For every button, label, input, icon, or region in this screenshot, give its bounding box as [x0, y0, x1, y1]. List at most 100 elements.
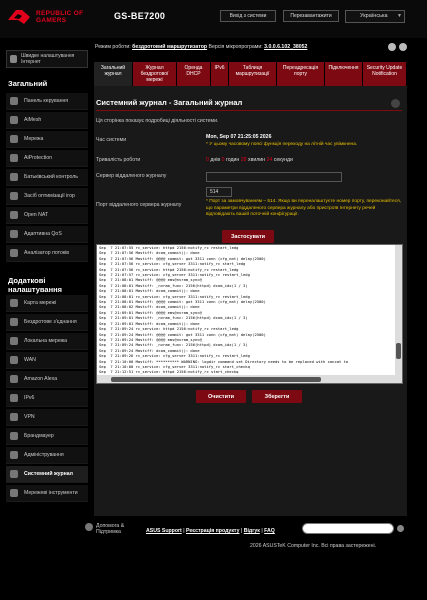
sidebar-item-label: AiMesh — [24, 117, 42, 123]
sidebar-item-label: Мережеві інструменти — [24, 490, 78, 496]
tab[interactable]: IPv6 — [211, 62, 229, 86]
product-registration-link[interactable]: Реєстрація продукту — [186, 528, 239, 534]
tab[interactable]: Підключення — [325, 62, 363, 86]
mode-line: Режим роботи: бездротовий маршрутизатор … — [95, 44, 308, 50]
sidebar-item-label: Amazon Alexa — [24, 376, 58, 382]
sidebar-item-label: Адаптивна QoS — [24, 231, 62, 237]
sidebar-item[interactable]: Батьківський контроль — [6, 169, 88, 186]
logout-button[interactable]: Вихід з системи — [220, 10, 276, 22]
menu-item-icon — [10, 230, 18, 238]
sidebar-item[interactable]: Мережеві інструменти — [6, 485, 88, 502]
sidebar-item[interactable]: IPv6 — [6, 390, 88, 407]
quick-setup-button[interactable]: Швидке налаштування Інтернет — [6, 50, 88, 68]
firmware-version-link[interactable]: 3.0.0.6.102_38052 — [264, 44, 307, 50]
sidebar-item[interactable]: Amazon Alexa — [6, 371, 88, 388]
help-icon[interactable] — [391, 99, 400, 108]
footer-search-input[interactable] — [302, 523, 394, 534]
system-time-value: Mon, Sep 07 21:25:05 2026 — [206, 134, 272, 140]
menu-item-icon — [10, 470, 18, 478]
menu-item-icon — [10, 318, 18, 326]
menu-item-icon — [10, 432, 18, 440]
menu-item-icon — [10, 116, 18, 124]
tab[interactable]: Security Update Notification — [363, 62, 407, 86]
support-icon — [85, 523, 93, 531]
system-time-label: Час системи — [96, 137, 127, 143]
remote-server-input[interactable] — [206, 172, 342, 182]
gear-icon[interactable] — [399, 43, 407, 51]
sidebar-item[interactable]: Системний журнал — [6, 466, 88, 483]
sidebar-item-label: WAN — [24, 357, 36, 363]
sidebar-item-label: Панель керування — [24, 98, 69, 104]
uptime-value: 0 днів 0 годин 28 хвилин 24 секунди — [206, 157, 293, 163]
usb-icon[interactable] — [388, 43, 396, 51]
remote-server-label: Сервер віддаленого журналу — [96, 173, 167, 179]
sidebar-item[interactable]: Open NAT — [6, 207, 88, 224]
tab[interactable]: Загальний журнал — [94, 62, 133, 86]
brand-text: REPUBLIC OF GAMERS — [36, 10, 84, 24]
sidebar-item-label: VPN — [24, 414, 35, 420]
sidebar-item-label: Адміністрування — [24, 452, 64, 458]
sidebar-item[interactable]: Мережа — [6, 131, 88, 148]
sidebar-item-label: Аналізатор потоків — [24, 250, 70, 256]
sidebar-item-label: Локальна мережа — [24, 338, 67, 344]
sidebar-item[interactable]: AiMesh — [6, 112, 88, 129]
sidebar-item-label: Open NAT — [24, 212, 49, 218]
sidebar-item[interactable]: Карта мережі — [6, 295, 88, 312]
sidebar-item-label: Мережа — [24, 136, 44, 142]
page-title: Системний журнал - Загальний журнал — [96, 98, 243, 107]
menu-item-icon — [10, 211, 18, 219]
menu-item-icon — [10, 249, 18, 257]
title-divider — [96, 110, 402, 111]
sidebar-item-label: IPv6 — [24, 395, 35, 401]
sidebar-item[interactable]: Адаптивна QoS — [6, 226, 88, 243]
menu-item-icon — [10, 135, 18, 143]
advanced-heading: Додаткові налаштування — [8, 276, 63, 294]
sidebar: Швидке налаштування Інтернет Загальний П… — [6, 50, 88, 520]
tab[interactable]: Переадресація порту — [277, 62, 325, 86]
tab[interactable]: Таблиця маршрутизації — [229, 62, 277, 86]
clear-button[interactable]: Очистити — [196, 390, 246, 403]
menu-item-icon — [10, 375, 18, 383]
sidebar-item[interactable]: Локальна мережа — [6, 333, 88, 350]
model-name: GS-BE7200 — [114, 11, 166, 21]
system-log-textarea[interactable]: Sep 7 21:07:55 rc_service: httpd 2156:no… — [96, 244, 403, 384]
sidebar-item-label: AiProtection — [24, 155, 52, 161]
sidebar-item-label: Бездротове з'єднання — [24, 319, 77, 325]
sidebar-item[interactable]: VPN — [6, 409, 88, 426]
menu-item-icon — [10, 337, 18, 345]
rog-logo-icon[interactable] — [6, 6, 32, 28]
remote-port-input[interactable]: 514 — [206, 187, 232, 197]
system-time-note: * У цьому часовому поясі функція переход… — [206, 142, 358, 147]
vertical-scroll-thumb[interactable] — [396, 343, 401, 359]
tab[interactable]: Журнал бездротової мережі — [133, 62, 177, 86]
sidebar-item[interactable]: AiProtection — [6, 150, 88, 167]
tab[interactable]: Оренда DHCP — [177, 62, 211, 86]
page-description: Ця сторінка показує подробиці діяльності… — [96, 118, 219, 124]
menu-item-icon — [10, 356, 18, 364]
feedback-link[interactable]: Відгук — [244, 528, 260, 534]
operation-mode-link[interactable]: бездротовий маршрутизатор — [132, 44, 207, 50]
help-support-link[interactable]: Допомога & Підтримка — [96, 523, 142, 535]
sidebar-item[interactable]: Адміністрування — [6, 447, 88, 464]
sidebar-item[interactable]: Бездротове з'єднання — [6, 314, 88, 331]
apply-button[interactable]: Застосувати — [222, 230, 274, 243]
sidebar-item[interactable]: Панель керування — [6, 93, 88, 110]
sidebar-item-label: Брандмауер — [24, 433, 54, 439]
remote-port-label: Порт віддаленого сервера журналу — [96, 202, 182, 208]
chevron-down-icon: ▼ — [397, 13, 402, 19]
language-select[interactable]: Українська — [345, 10, 405, 23]
copyright-text: 2026 ASUSTeK Computer Inc. Всі права зас… — [250, 543, 377, 549]
sidebar-item-label: Засіб оптимізації ігор — [24, 193, 75, 199]
search-icon[interactable] — [397, 525, 404, 532]
save-button[interactable]: Зберегти — [252, 390, 302, 403]
menu-item-icon — [10, 97, 18, 105]
horizontal-scroll-thumb[interactable] — [111, 377, 321, 382]
sidebar-item[interactable]: Брандмауер — [6, 428, 88, 445]
faq-link[interactable]: FAQ — [264, 528, 275, 534]
sidebar-item[interactable]: Засіб оптимізації ігор — [6, 188, 88, 205]
sidebar-item[interactable]: WAN — [6, 352, 88, 369]
asus-support-link[interactable]: ASUS Support — [146, 528, 182, 534]
menu-item-icon — [10, 192, 18, 200]
sidebar-item[interactable]: Аналізатор потоків — [6, 245, 88, 262]
reboot-button[interactable]: Перезавантажити — [283, 10, 339, 22]
